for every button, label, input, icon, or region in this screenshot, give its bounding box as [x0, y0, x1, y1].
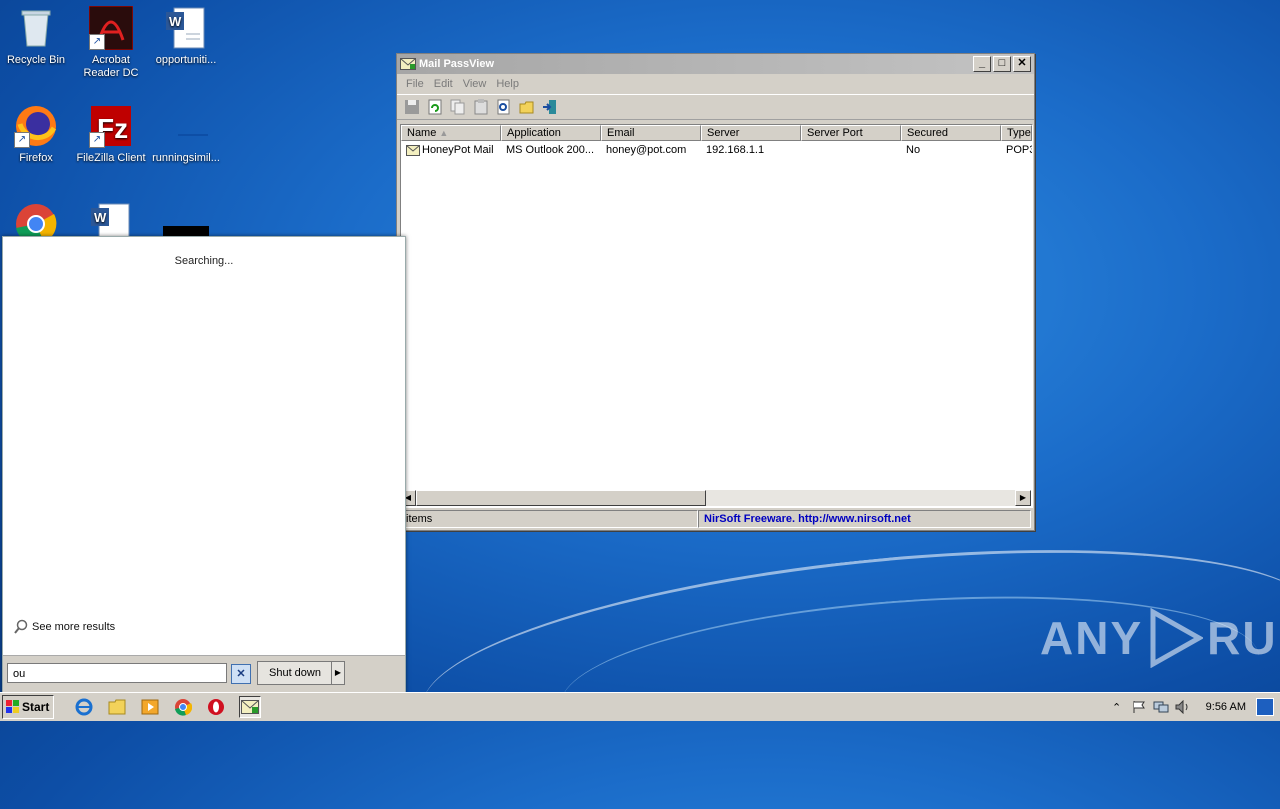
col-type[interactable]: Type	[1001, 125, 1032, 141]
close-button[interactable]: ✕	[1013, 56, 1031, 72]
blank-file-icon	[164, 104, 208, 148]
chrome-icon[interactable]	[173, 697, 193, 717]
media-player-icon[interactable]	[140, 697, 160, 717]
start-menu: Searching... See more results ou ✕ Shut …	[2, 236, 406, 693]
anyrun-watermark: ANY RUN	[1040, 608, 1280, 668]
menu-bar: File Edit View Help	[397, 74, 1034, 94]
searching-text: Searching...	[174, 255, 234, 267]
cell-server-port	[801, 141, 901, 159]
svg-text:W: W	[94, 210, 107, 225]
taskbar: Start ⌃ 9:56 AM	[0, 692, 1280, 721]
desktop-icon-filezilla[interactable]: Fz ↗ FileZilla Client	[75, 104, 147, 165]
save-icon[interactable]	[403, 98, 421, 116]
menu-help[interactable]: Help	[491, 78, 524, 90]
table-row[interactable]: HoneyPot Mail MS Outlook 200... honey@po…	[401, 141, 1032, 159]
shutdown-options-icon[interactable]: ▶	[331, 661, 345, 685]
clock[interactable]: 9:56 AM	[1206, 701, 1246, 713]
menu-file[interactable]: File	[401, 78, 429, 90]
open-folder-icon[interactable]	[518, 98, 536, 116]
play-logo-icon	[1150, 608, 1204, 668]
maximize-button[interactable]: □	[993, 56, 1011, 72]
desktop-icon-word-doc[interactable]: W opportuniti...	[150, 6, 222, 67]
menu-edit[interactable]: Edit	[429, 78, 458, 90]
desktop-icon-recycle-bin[interactable]: Recycle Bin	[0, 6, 72, 67]
svg-text:W: W	[169, 14, 182, 29]
window-title: Mail PassView	[419, 58, 495, 70]
windows-flag-icon	[6, 700, 19, 713]
copy-icon[interactable]	[449, 98, 467, 116]
properties-icon[interactable]	[472, 98, 490, 116]
acrobat-icon: ↗	[88, 5, 134, 51]
col-server-port[interactable]: Server Port	[801, 125, 901, 141]
col-application[interactable]: Application	[501, 125, 601, 141]
desktop-icon-acrobat[interactable]: ↗ Acrobat Reader DC	[75, 5, 147, 80]
desktop-icon-running[interactable]: runningsimil...	[150, 104, 222, 165]
col-secured[interactable]: Secured	[901, 125, 1001, 141]
list-header: Name ▲ Application Email Server Server P…	[401, 125, 1032, 141]
mail-passview-window: Mail PassView _ □ ✕ File Edit View Help …	[396, 53, 1035, 531]
explorer-folder-icon[interactable]	[107, 697, 127, 717]
sort-arrow-icon: ▲	[439, 128, 449, 138]
mail-passview-task-icon[interactable]	[239, 696, 261, 718]
start-button[interactable]: Start	[2, 695, 54, 719]
envelope-icon	[400, 58, 416, 70]
show-hidden-icons-icon[interactable]: ⌃	[1108, 699, 1126, 715]
col-server[interactable]: Server	[701, 125, 801, 141]
firefox-icon: ↗	[14, 104, 58, 148]
clear-search-icon[interactable]: ✕	[231, 664, 251, 684]
search-icon	[14, 619, 28, 634]
network-icon[interactable]	[1152, 699, 1170, 715]
status-items: items	[400, 510, 698, 528]
refresh-icon[interactable]	[426, 98, 444, 116]
envelope-icon	[406, 144, 420, 156]
accounts-list: Name ▲ Application Email Server Server P…	[400, 124, 1033, 508]
cell-server: 192.168.1.1	[706, 144, 765, 156]
minimize-button[interactable]: _	[973, 56, 991, 72]
nirsoft-link[interactable]: NirSoft Freeware. http://www.nirsoft.net	[698, 510, 1031, 528]
find-icon[interactable]	[495, 98, 513, 116]
title-bar[interactable]: Mail PassView _ □ ✕	[397, 54, 1034, 74]
cell-application: MS Outlook 200...	[506, 144, 595, 156]
horizontal-scrollbar[interactable]: ◀ ▶	[400, 490, 1031, 506]
recycle-bin-icon	[14, 6, 58, 50]
cell-name: HoneyPot Mail	[422, 144, 494, 156]
shutdown-button[interactable]: Shut down	[257, 661, 333, 685]
word-document-icon: W	[164, 6, 208, 50]
show-desktop-icon[interactable]	[1256, 698, 1274, 716]
menu-view[interactable]: View	[458, 78, 492, 90]
start-menu-footer: ou ✕ Shut down ▶	[3, 655, 405, 692]
action-center-flag-icon[interactable]	[1130, 699, 1148, 715]
scroll-right-icon[interactable]: ▶	[1015, 490, 1031, 506]
desktop-icon-firefox[interactable]: ↗ Firefox	[0, 104, 72, 165]
cell-email: honey@pot.com	[606, 144, 687, 156]
status-bar: items NirSoft Freeware. http://www.nirso…	[400, 510, 1031, 528]
internet-explorer-icon[interactable]	[74, 697, 94, 717]
cell-secured: No	[906, 144, 921, 156]
col-name[interactable]: Name ▲	[401, 125, 501, 141]
cell-type: POP3	[1006, 144, 1032, 156]
system-tray: ⌃ 9:56 AM	[1104, 695, 1280, 719]
volume-icon[interactable]	[1174, 699, 1192, 715]
opera-icon[interactable]	[206, 697, 226, 717]
filezilla-icon: Fz ↗	[89, 104, 133, 148]
col-email[interactable]: Email	[601, 125, 701, 141]
search-input[interactable]: ou	[7, 663, 227, 683]
exit-icon[interactable]	[541, 98, 559, 116]
toolbar	[397, 94, 1034, 120]
scroll-thumb[interactable]	[416, 490, 706, 506]
see-more-results[interactable]: See more results	[13, 619, 115, 635]
